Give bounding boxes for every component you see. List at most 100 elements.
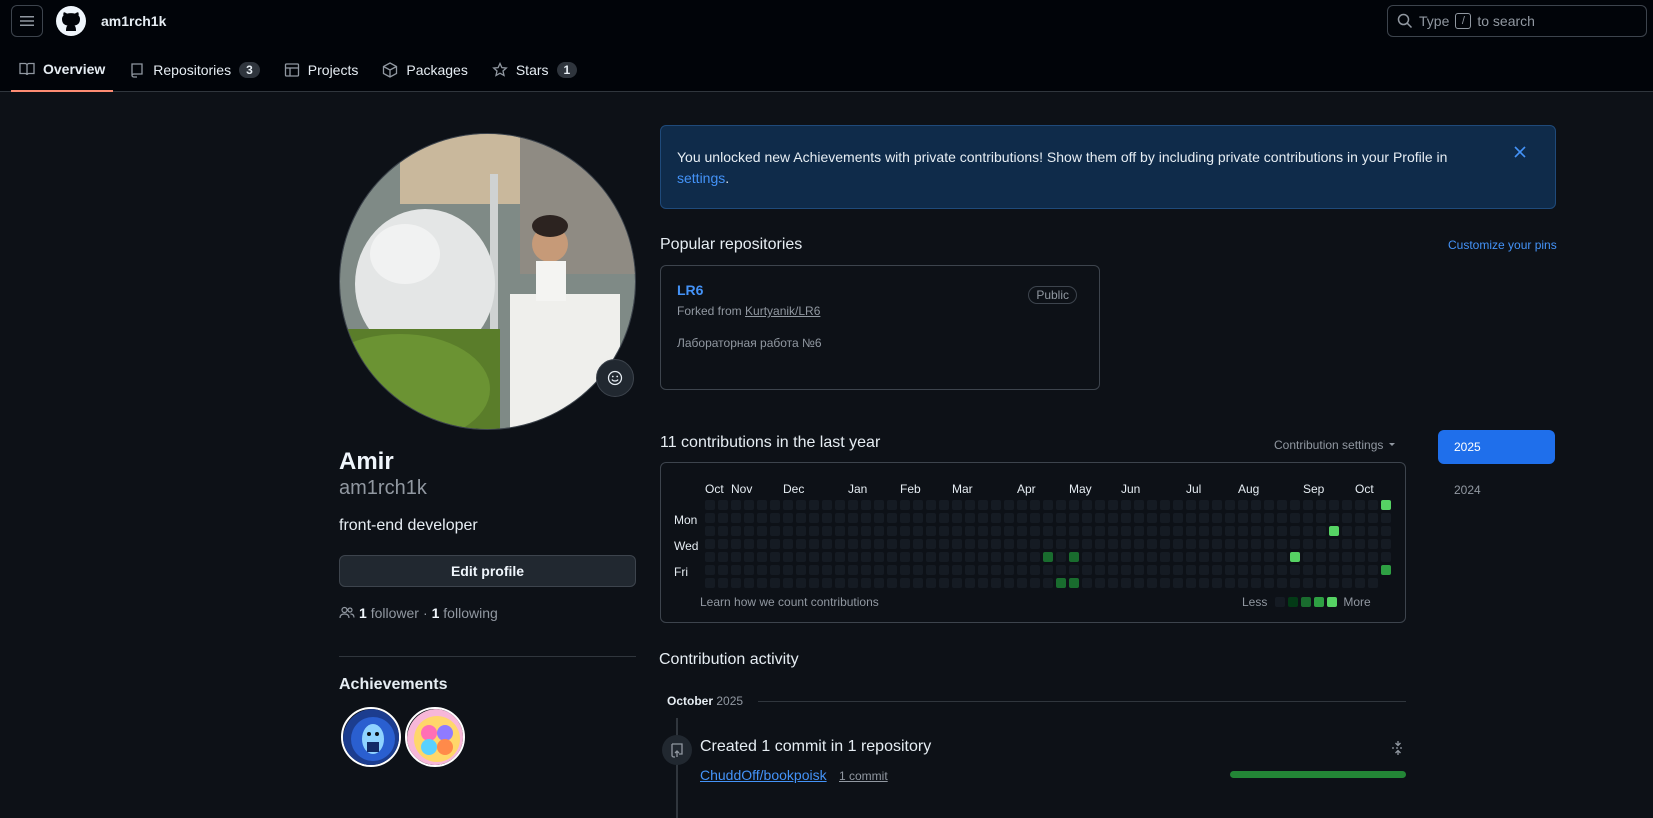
tab-repositories[interactable]: Repositories 3 <box>121 52 268 88</box>
contribution-cell[interactable] <box>848 565 858 575</box>
contribution-cell[interactable] <box>1043 500 1053 510</box>
contribution-cell[interactable] <box>874 526 884 536</box>
contribution-cell[interactable] <box>1134 500 1144 510</box>
contribution-cell[interactable] <box>1186 578 1196 588</box>
contribution-cell[interactable] <box>822 552 832 562</box>
contribution-cell[interactable] <box>822 513 832 523</box>
contribution-cell[interactable] <box>1277 565 1287 575</box>
contribution-cell[interactable] <box>1186 539 1196 549</box>
contribution-cell[interactable] <box>1043 578 1053 588</box>
contribution-cell[interactable] <box>770 526 780 536</box>
contribution-cell[interactable] <box>1069 578 1079 588</box>
contribution-cell[interactable] <box>1212 578 1222 588</box>
contribution-cell[interactable] <box>1056 539 1066 549</box>
contribution-cell[interactable] <box>939 513 949 523</box>
contribution-cell[interactable] <box>731 500 741 510</box>
contribution-cell[interactable] <box>1290 552 1300 562</box>
contribution-cell[interactable] <box>1095 500 1105 510</box>
contribution-cell[interactable] <box>1329 578 1339 588</box>
contribution-cell[interactable] <box>1082 500 1092 510</box>
contribution-cell[interactable] <box>783 526 793 536</box>
activity-summary[interactable]: Created 1 commit in 1 repository <box>700 738 931 756</box>
contribution-cell[interactable] <box>1095 526 1105 536</box>
contribution-cell[interactable] <box>874 578 884 588</box>
contribution-cell[interactable] <box>978 539 988 549</box>
contribution-cell[interactable] <box>1212 513 1222 523</box>
contribution-cell[interactable] <box>770 578 780 588</box>
contribution-cell[interactable] <box>1108 526 1118 536</box>
contribution-cell[interactable] <box>1056 552 1066 562</box>
contribution-cell[interactable] <box>835 500 845 510</box>
contribution-cell[interactable] <box>1082 552 1092 562</box>
contribution-cell[interactable] <box>1043 552 1053 562</box>
contribution-cell[interactable] <box>1030 513 1040 523</box>
contribution-cell[interactable] <box>770 565 780 575</box>
contribution-cell[interactable] <box>1329 565 1339 575</box>
contribution-cell[interactable] <box>783 552 793 562</box>
contribution-cell[interactable] <box>1277 526 1287 536</box>
menu-button[interactable] <box>11 5 43 37</box>
contribution-cell[interactable] <box>1368 500 1378 510</box>
contribution-cell[interactable] <box>1238 539 1248 549</box>
contribution-cell[interactable] <box>1004 539 1014 549</box>
contribution-cell[interactable] <box>1108 552 1118 562</box>
contribution-cell[interactable] <box>861 539 871 549</box>
contribution-cell[interactable] <box>887 552 897 562</box>
contribution-cell[interactable] <box>705 539 715 549</box>
achievement-badge-yolo[interactable] <box>405 707 465 767</box>
contribution-cell[interactable] <box>1043 526 1053 536</box>
customize-pins-link[interactable]: Customize your pins <box>1448 238 1557 252</box>
contribution-cell[interactable] <box>1030 539 1040 549</box>
contribution-cell[interactable] <box>991 526 1001 536</box>
contribution-cell[interactable] <box>1342 552 1352 562</box>
contribution-cell[interactable] <box>1238 565 1248 575</box>
contribution-cell[interactable] <box>770 500 780 510</box>
contribution-cell[interactable] <box>965 552 975 562</box>
contribution-cell[interactable] <box>1186 526 1196 536</box>
contribution-cell[interactable] <box>1277 539 1287 549</box>
contribution-cell[interactable] <box>1225 513 1235 523</box>
contribution-cell[interactable] <box>1342 578 1352 588</box>
contribution-cell[interactable] <box>1316 565 1326 575</box>
contribution-cell[interactable] <box>1121 539 1131 549</box>
contribution-cell[interactable] <box>757 526 767 536</box>
contribution-cell[interactable] <box>1381 539 1391 549</box>
contribution-cell[interactable] <box>1277 552 1287 562</box>
contribution-cell[interactable] <box>965 526 975 536</box>
contribution-cell[interactable] <box>952 539 962 549</box>
contribution-cell[interactable] <box>1160 578 1170 588</box>
contribution-cell[interactable] <box>822 539 832 549</box>
contribution-cell[interactable] <box>1316 552 1326 562</box>
contribution-cell[interactable] <box>913 526 923 536</box>
contribution-cell[interactable] <box>848 500 858 510</box>
following-link[interactable]: 1 following <box>432 605 498 621</box>
contribution-cell[interactable] <box>1251 578 1261 588</box>
contribution-cell[interactable] <box>861 565 871 575</box>
contribution-cell[interactable] <box>1069 552 1079 562</box>
contribution-cell[interactable] <box>1264 526 1274 536</box>
contribution-cell[interactable] <box>1199 552 1209 562</box>
contribution-cell[interactable] <box>952 565 962 575</box>
contribution-cell[interactable] <box>913 552 923 562</box>
contribution-cell[interactable] <box>731 513 741 523</box>
fold-icon[interactable] <box>1390 740 1406 756</box>
contribution-cell[interactable] <box>1121 513 1131 523</box>
contribution-cell[interactable] <box>718 578 728 588</box>
contribution-cell[interactable] <box>705 565 715 575</box>
contribution-cell[interactable] <box>861 513 871 523</box>
contribution-cell[interactable] <box>900 539 910 549</box>
contribution-cell[interactable] <box>926 526 936 536</box>
contribution-cell[interactable] <box>1381 513 1391 523</box>
contribution-cell[interactable] <box>978 513 988 523</box>
contribution-cell[interactable] <box>913 578 923 588</box>
tab-packages[interactable]: Packages <box>374 52 475 88</box>
contribution-cell[interactable] <box>1030 565 1040 575</box>
contribution-cell[interactable] <box>1121 578 1131 588</box>
contribution-cell[interactable] <box>1186 513 1196 523</box>
contribution-cell[interactable] <box>718 500 728 510</box>
contribution-cell[interactable] <box>874 500 884 510</box>
contribution-cell[interactable] <box>783 578 793 588</box>
contribution-cell[interactable] <box>939 552 949 562</box>
avatar[interactable] <box>339 133 636 430</box>
contribution-cell[interactable] <box>939 578 949 588</box>
